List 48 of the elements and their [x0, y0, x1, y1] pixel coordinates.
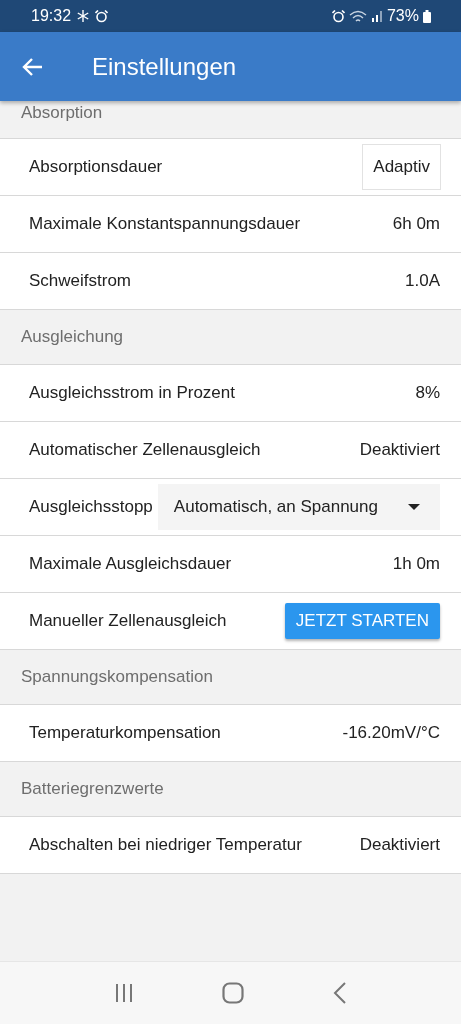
- alarm-icon: [331, 9, 345, 23]
- wifi-icon: [348, 9, 367, 23]
- settings-row[interactable]: Maximale Konstantspannungsdauer 6h 0m: [0, 196, 461, 253]
- setting-value: Deaktiviert: [359, 835, 440, 855]
- setting-label: Schweifstrom: [29, 271, 132, 291]
- caret-icon: [408, 504, 420, 510]
- dropdown-field[interactable]: Automatisch, an Spannung: [157, 484, 440, 530]
- battery-icon: [423, 9, 431, 23]
- settings-row[interactable]: Maximale Ausgleichsdauer 1h 0m: [0, 536, 461, 593]
- recent-apps-icon[interactable]: [114, 983, 135, 1003]
- setting-value: Deaktiviert: [359, 440, 440, 460]
- section-header: Absorption: [21, 103, 103, 123]
- signal-icon: [370, 10, 383, 22]
- setting-label: Abschalten bei niedriger Temperatur: [29, 835, 302, 855]
- settings-row[interactable]: Temperaturkompensation -16.20mV/°C: [0, 705, 461, 762]
- section-header: Batteriegrenzwerte: [21, 779, 164, 799]
- section-header: Spannungskompensation: [21, 667, 213, 687]
- setting-label: Temperaturkompensation: [29, 723, 221, 743]
- settings-row[interactable]: Ausgleichsstopp Automatisch, an Spannung: [0, 479, 461, 536]
- section-header: Ausgleichung: [21, 327, 124, 347]
- setting-label: Absorptionsdauer: [29, 157, 163, 177]
- battery-percent: 73%: [386, 7, 419, 25]
- setting-label: Maximale Ausgleichsdauer: [29, 554, 232, 574]
- status-time: 19:32: [31, 7, 72, 25]
- back-icon[interactable]: [332, 982, 347, 1004]
- setting-value: 6h 0m: [392, 214, 440, 234]
- settings-row[interactable]: Ausgleichsstrom in Prozent 8%: [0, 365, 461, 422]
- setting-label: Ausgleichsstopp: [29, 497, 153, 517]
- snowflake-icon: [77, 10, 90, 22]
- settings-row[interactable]: Abschalten bei niedriger Temperatur Deaktiviert: [0, 817, 461, 874]
- setting-value: 1.0A: [405, 271, 440, 291]
- setting-value: -16.20mV/°C: [342, 723, 440, 743]
- settings-row[interactable]: Absorptionsdauer Adaptiv: [0, 139, 461, 196]
- home-icon[interactable]: [222, 982, 245, 1004]
- screen-title: Einstellungen: [92, 52, 237, 81]
- alarm-icon: [95, 9, 109, 23]
- settings-row[interactable]: Automatischer Zellenausgleich Deaktiviert: [0, 422, 461, 479]
- settings-row[interactable]: Schweifstrom 1.0A: [0, 253, 461, 310]
- back-arrow-icon: [21, 56, 43, 77]
- setting-label: Manueller Zellenausgleich: [29, 611, 227, 631]
- setting-label: Maximale Konstantspannungsdauer: [29, 214, 301, 234]
- dropdown-value: Automatisch, an Spannung: [173, 497, 378, 517]
- setting-value: 8%: [415, 383, 440, 403]
- setting-value: 1h 0m: [392, 554, 440, 574]
- settings-row[interactable]: Manueller Zellenausgleich JETZT STARTEN: [0, 593, 461, 650]
- setting-label: Ausgleichsstrom in Prozent: [29, 383, 235, 403]
- setting-label: Automatischer Zellenausgleich: [29, 440, 261, 460]
- value-button[interactable]: Adaptiv: [362, 144, 441, 190]
